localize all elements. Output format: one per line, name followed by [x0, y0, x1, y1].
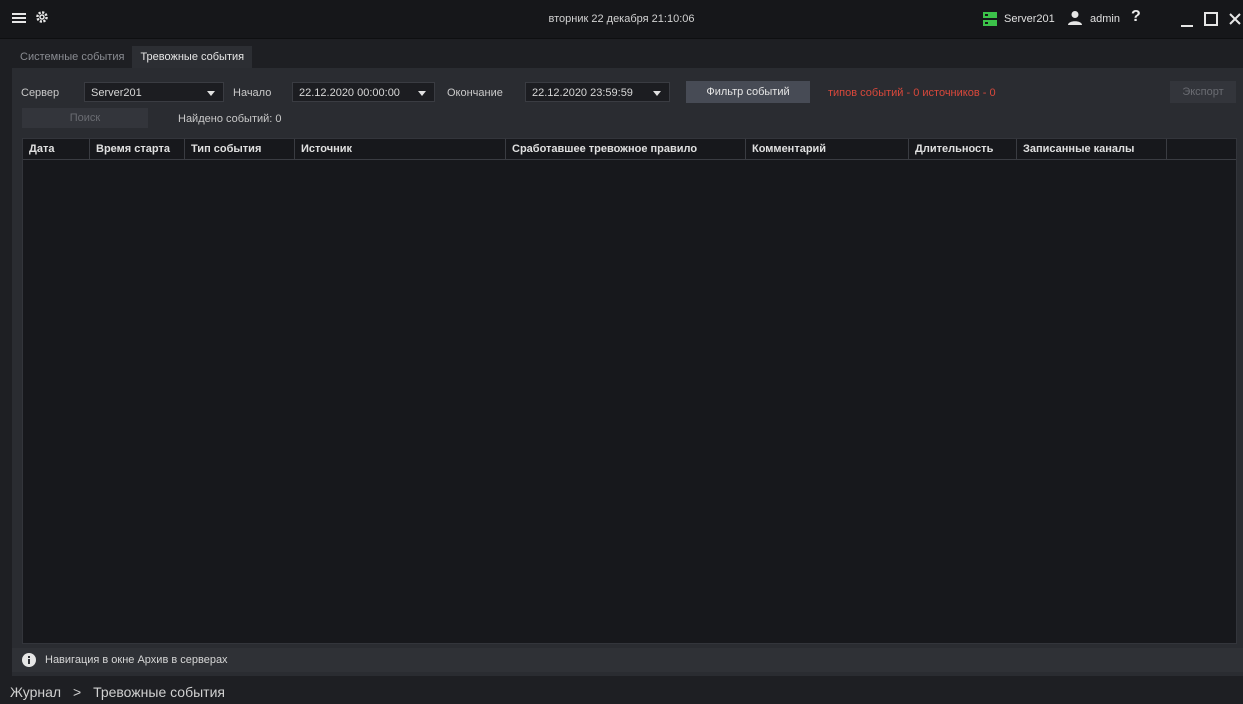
minimize-icon[interactable]: [1180, 14, 1194, 28]
chevron-down-icon: [418, 91, 426, 96]
start-datetime-select[interactable]: 22.12.2020 00:00:00: [292, 82, 435, 102]
server-select-value: Server201: [91, 87, 142, 99]
column-duration[interactable]: Длительность: [909, 139, 1017, 159]
breadcrumb-current: Тревожные события: [93, 684, 225, 700]
search-button[interactable]: Поиск: [22, 108, 148, 128]
event-filter-button[interactable]: Фильтр событий: [686, 81, 810, 103]
column-date[interactable]: Дата: [23, 139, 90, 159]
help-icon[interactable]: ?: [1131, 8, 1141, 26]
column-source[interactable]: Источник: [295, 139, 506, 159]
server-label: Сервер: [21, 87, 60, 99]
info-icon: [22, 653, 36, 667]
tab-bar: Системные события Тревожные события: [12, 46, 1243, 68]
found-events-count: Найдено событий: 0: [178, 113, 282, 125]
datetime-display: вторник 22 декабря 21:10:06: [548, 13, 695, 25]
end-datetime-select[interactable]: 22.12.2020 23:59:59: [525, 82, 670, 102]
chevron-down-icon: [207, 91, 215, 96]
start-datetime-value: 22.12.2020 00:00:00: [299, 87, 400, 99]
column-comment[interactable]: Комментарий: [746, 139, 909, 159]
server-select[interactable]: Server201: [84, 82, 224, 102]
alarm-events-table[interactable]: Дата Время старта Тип события Источник С…: [22, 138, 1237, 644]
breadcrumb: Журнал > Тревожные события: [10, 684, 225, 700]
table-header: Дата Время старта Тип события Источник С…: [23, 139, 1236, 160]
end-datetime-value: 22.12.2020 23:59:59: [532, 87, 633, 99]
status-text: Навигация в окне Архив в серверах: [45, 654, 228, 666]
title-bar: вторник 22 декабря 21:10:06 Server201 ad…: [0, 0, 1243, 39]
filter-summary-text: типов событий - 0 источников - 0: [828, 87, 996, 99]
server-name[interactable]: Server201: [1004, 13, 1055, 25]
user-name[interactable]: admin: [1090, 13, 1120, 25]
chevron-down-icon: [653, 91, 661, 96]
user-icon: [1067, 10, 1083, 26]
breadcrumb-root[interactable]: Журнал: [10, 684, 61, 700]
export-button[interactable]: Экспорт: [1170, 81, 1236, 103]
tab-system-events[interactable]: Системные события: [12, 46, 132, 68]
column-start-time[interactable]: Время старта: [90, 139, 185, 159]
tab-alarm-events[interactable]: Тревожные события: [132, 46, 253, 68]
close-icon[interactable]: [1228, 12, 1242, 26]
column-triggered-rule[interactable]: Сработавшее тревожное правило: [506, 139, 746, 159]
server-status-icon: [983, 12, 997, 26]
start-label: Начало: [233, 87, 272, 99]
end-label: Окончание: [447, 87, 503, 99]
status-bar: Навигация в окне Архив в серверах: [12, 648, 1243, 672]
maximize-icon[interactable]: [1204, 12, 1218, 26]
column-recorded-channels[interactable]: Записанные каналы: [1017, 139, 1167, 159]
column-event-type[interactable]: Тип события: [185, 139, 295, 159]
breadcrumb-separator: >: [72, 684, 82, 700]
